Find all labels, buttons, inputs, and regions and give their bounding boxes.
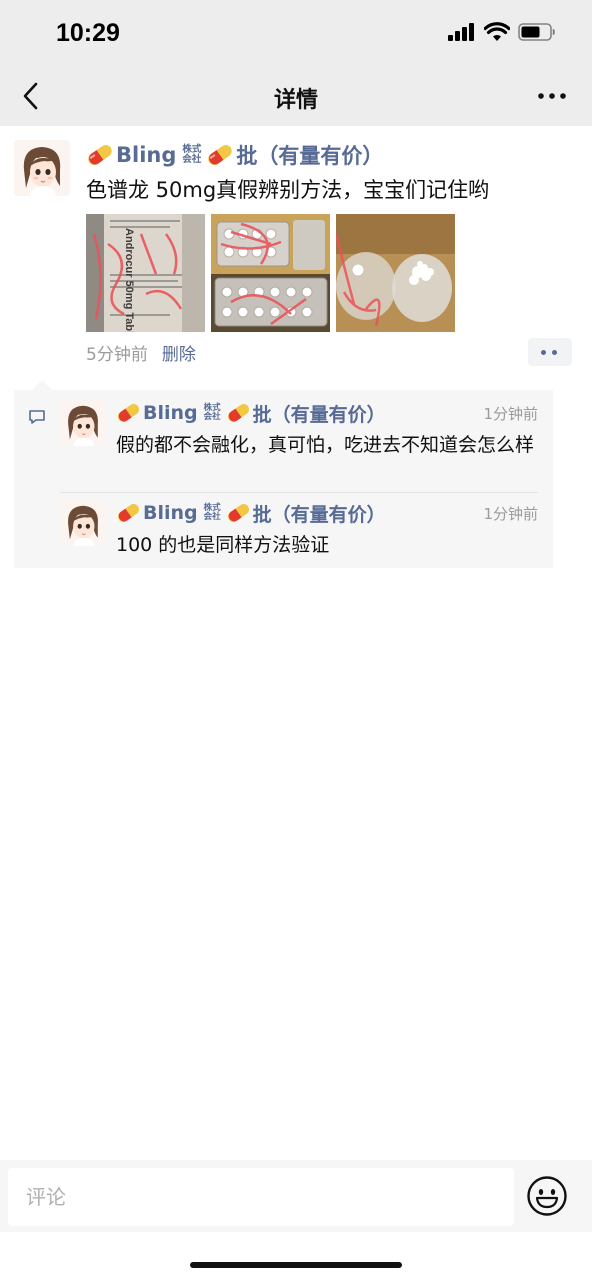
post-meta: 5分钟前 删除 [86,340,196,365]
photo-dissolving-tablet [336,214,455,332]
post-photos: Androcur 50mg Tablet [86,214,455,332]
pill-emoji-icon [208,144,233,166]
avatar-image [14,140,70,196]
delete-link[interactable]: 删除 [162,340,196,365]
photo-blister-packs [211,214,330,332]
comment-avatar[interactable] [60,400,106,446]
author-name-prefix: Bling [116,143,177,167]
kaisha-emoji: 株式 会社 [204,504,221,522]
comment-item[interactable]: Bling 株式 会社 批（有量有价） 1分钟前 100 的也是同样方法验证 [60,500,538,560]
comment-text: 100 的也是同样方法验证 [116,534,330,556]
dot-icon [552,350,557,355]
pill-emoji-icon [118,404,139,422]
post-avatar[interactable] [14,140,70,196]
kaisha-bottom: 会社 [182,154,202,165]
post-photo-1[interactable]: Androcur 50mg Tablet [86,214,205,332]
pill-emoji-icon [227,404,249,422]
like-comment-button[interactable] [528,338,572,366]
post-photo-3[interactable] [336,214,455,332]
post-time: 5分钟前 [86,345,148,365]
photo-1-label: Androcur 50mg Tablet [123,228,135,332]
comment-author-name[interactable]: Bling 株式 会社 批（有量有价） [116,500,386,526]
post-photo-2[interactable] [211,214,330,332]
post-text: 色谱龙 50mg真假辨别方法，宝宝们记住哟 [86,178,490,202]
cellular-signal-icon [448,23,474,41]
wifi-icon [484,22,510,41]
avatar-image [60,500,106,546]
status-bar: 10:29 [0,0,592,66]
pill-emoji-icon [88,144,112,166]
comment-text: 假的都不会融化，真可怕，吃进去不知道会怎么样 [116,434,535,456]
more-icon [538,93,566,99]
author-name-suffix: 批（有量有价） [236,144,384,168]
dot-icon [541,350,546,355]
comment-time: 1分钟前 [483,405,538,423]
status-icons [448,22,556,42]
post-author-name[interactable]: Bling 株式 会社 批（有量有价） [86,140,383,170]
comment-time: 1分钟前 [483,505,538,523]
status-time: 10:29 [56,19,120,47]
kaisha-bottom: 会社 [203,412,221,422]
home-indicator [190,1262,402,1268]
more-options-button[interactable] [534,82,570,110]
nav-bar: 详情 [0,66,592,126]
photo-pill-box: Androcur 50mg Tablet [86,214,205,332]
smiley-icon [527,1176,567,1216]
comment-input-bar [0,1160,592,1232]
comment-divider [60,492,538,493]
avatar-image [60,400,106,446]
comment-input[interactable] [8,1168,514,1226]
page-title: 详情 [273,88,318,113]
kaisha-emoji: 株式 会社 [204,404,221,422]
kaisha-bottom: 会社 [203,512,221,522]
comments-section: Bling 株式 会社 批（有量有价） 1分钟前 假的都不会融化，真可怕，吃进去… [14,380,553,568]
author-name-suffix: 批（有量有价） [252,403,386,426]
pill-emoji-icon [118,504,139,522]
battery-icon [518,23,555,41]
pill-emoji-icon [227,504,249,522]
emoji-button[interactable] [526,1175,568,1217]
comment-bubble-icon [29,410,45,424]
author-name-suffix: 批（有量有价） [252,503,386,526]
author-name-prefix: Bling [143,502,198,524]
comment-author-name[interactable]: Bling 株式 会社 批（有量有价） [116,400,386,426]
kaisha-emoji: 株式 会社 [182,145,201,165]
author-name-prefix: Bling [143,402,198,424]
comment-avatar[interactable] [60,500,106,546]
comment-item[interactable]: Bling 株式 会社 批（有量有价） 1分钟前 假的都不会融化，真可怕，吃进去… [60,400,538,490]
